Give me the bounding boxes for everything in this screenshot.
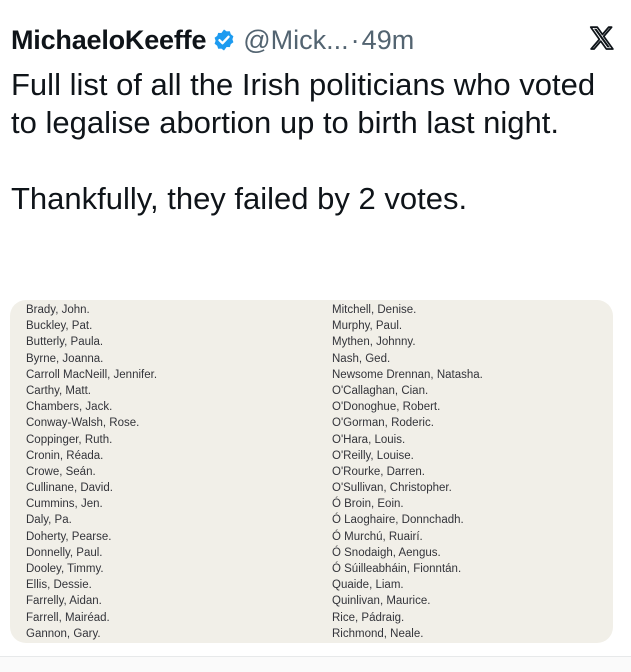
politician-name: O'Gorman, Roderic. <box>332 417 434 430</box>
politician-name: Richmond, Neale. <box>332 627 424 640</box>
politician-name: Cullinane, David. <box>26 482 113 495</box>
politician-name: Nash, Ged. <box>332 352 391 365</box>
politician-name: Murphy, Paul. <box>332 320 403 333</box>
tweet-text-paragraph-1: Full list of all the Irish politicians w… <box>11 67 596 140</box>
tweet-header: MichaeloKeeffe @Mick... · 49m <box>11 18 617 62</box>
politician-name: Ó Laoghaire, Donnchadh. <box>332 514 464 527</box>
politician-name: Rice, Pádraig. <box>332 611 405 624</box>
politician-name: Ó Snodaigh, Aengus. <box>332 546 441 559</box>
politician-name: O'Hara, Louis. <box>332 433 406 446</box>
author-name[interactable]: MichaeloKeeffe <box>11 25 206 56</box>
politician-name: O'Donoghue, Robert. <box>332 401 441 414</box>
politician-name: Ó Broin, Eoin. <box>332 498 404 511</box>
author-handle[interactable]: @Mick... <box>243 25 348 56</box>
politician-name: Buckley, Pat. <box>26 320 93 333</box>
timestamp[interactable]: 49m <box>362 25 415 56</box>
politician-name: Quaide, Liam. <box>332 579 404 592</box>
politician-name: Crowe, Seán. <box>26 465 96 478</box>
separator-dot: · <box>350 24 360 55</box>
politician-name: Mitchell, Denise. <box>332 304 417 316</box>
politician-name: Cummins, Jen. <box>26 498 103 511</box>
politician-name: Mythen, Johnny. <box>332 336 416 349</box>
politician-name: Newsome Drennan, Natasha. <box>332 368 483 381</box>
politician-name: Conway-Walsh, Rose. <box>26 417 140 430</box>
politician-name: Ó Súilleabháin, Fionntán. <box>332 563 462 575</box>
politician-name: Farrelly, Aidan. <box>26 595 102 608</box>
politician-name: Quinlivan, Maurice. <box>332 595 431 608</box>
politician-name: Doherty, Pearse. <box>26 530 112 543</box>
politician-name: Cronin, Réada. <box>26 449 104 462</box>
politician-name: O'Reilly, Louise. <box>332 449 414 462</box>
politician-name: Brady, John. <box>26 304 90 316</box>
x-logo-icon[interactable] <box>587 24 617 59</box>
next-item-edge <box>0 656 631 672</box>
politician-name: O'Rourke, Darren. <box>332 465 425 478</box>
verified-badge-icon <box>212 28 236 52</box>
politician-name: Byrne, Joanna. <box>26 352 104 365</box>
tweet-text: Full list of all the Irish politicians w… <box>11 66 611 218</box>
attached-image-document[interactable]: Brady, John. Buckley, Pat. Butterly, Paula… <box>10 300 613 643</box>
politician-name: Farrell, Mairéad. <box>26 611 110 624</box>
politician-name: Chambers, Jack. <box>26 401 113 414</box>
politician-name: Ó Murchú, Ruairí. <box>332 530 423 543</box>
politician-name: Gannon, Gary. <box>26 627 101 640</box>
politician-name: O'Sullivan, Christopher. <box>332 482 452 495</box>
politician-name: Carthy, Matt. <box>26 384 91 397</box>
politician-name: Butterly, Paula. <box>26 336 104 349</box>
politician-name: Daly, Pa. <box>26 514 72 527</box>
politician-name: Dooley, Timmy. <box>26 563 104 575</box>
names-column-right: Mitchell, Denise. Murphy, Paul. Mythen, Jo… <box>332 302 483 642</box>
politician-name: Coppinger, Ruth. <box>26 433 113 446</box>
politician-name: Carroll MacNeill, Jennifer. <box>26 368 158 381</box>
politician-name: Donnelly, Paul. <box>26 546 103 559</box>
names-column-left: Brady, John. Buckley, Pat. Butterly, Paula… <box>26 302 157 642</box>
politician-name: O'Callaghan, Cian. <box>332 384 429 397</box>
tweet-text-paragraph-2: Thankfully, they failed by 2 votes. <box>11 181 468 216</box>
politician-name: Ellis, Dessie. <box>26 579 92 592</box>
